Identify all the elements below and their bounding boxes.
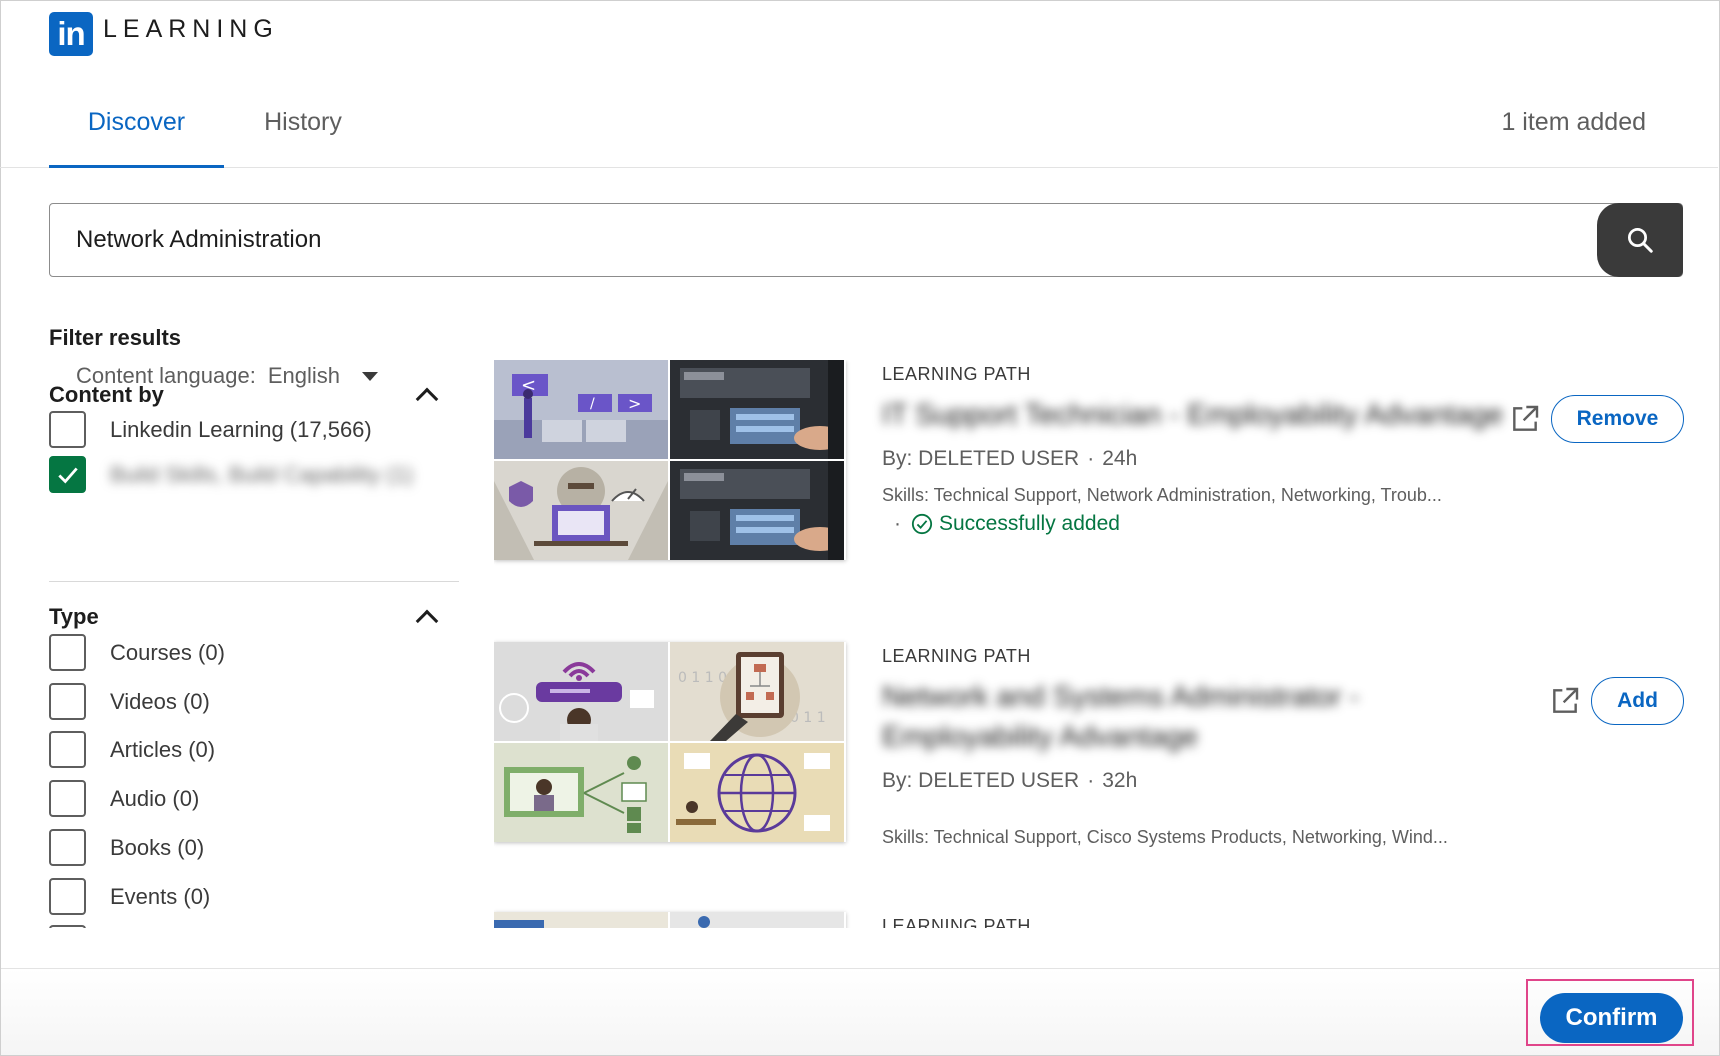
checkbox[interactable]: [49, 878, 86, 915]
flowchart-tablet-illustration: 0 1 1 0 0 1 1: [670, 642, 844, 741]
filter-option-videos[interactable]: Videos (0): [49, 683, 210, 720]
result-actions: Remove: [1509, 395, 1684, 443]
result-byline: By: DELETED USER · 32h: [882, 769, 1138, 792]
result-info: LEARNING PATH Network and Systems Admini…: [882, 642, 1522, 848]
external-link-icon[interactable]: [1509, 403, 1541, 435]
check-circle-icon: [911, 513, 933, 535]
content-by-header[interactable]: Content by: [49, 382, 449, 411]
search-input[interactable]: [76, 226, 1476, 254]
chevron-up-icon[interactable]: [415, 387, 439, 411]
status-text: Successfully added: [939, 512, 1120, 535]
result-skills: Skills: Technical Support, Cisco Systems…: [882, 827, 1448, 847]
footer-bar: [1, 968, 1719, 1055]
result-title[interactable]: IT Support Technician - Employability Ad…: [882, 395, 1522, 435]
results-list: < / > LEARNING PATH IT Support Technicia…: [494, 360, 1694, 928]
linkedin-learning-logo: in LEARNING: [49, 12, 279, 56]
filter-option-books[interactable]: Books (0): [49, 829, 204, 866]
result-actions: Add: [1549, 677, 1684, 725]
course-thumbnail-partial: [494, 912, 668, 928]
filter-option-audio[interactable]: Audio (0): [49, 780, 199, 817]
search-button[interactable]: [1597, 203, 1683, 277]
checkbox[interactable]: [49, 683, 86, 720]
course-thumbnail[interactable]: 0 1 1 0 0 1 1: [494, 642, 846, 842]
linkedin-logo-icon: in: [49, 12, 93, 56]
checkbox[interactable]: [49, 780, 86, 817]
filter-option-label: Courses (0): [110, 639, 225, 665]
svg-text:/: /: [590, 396, 595, 412]
result-skills: Skills: Technical Support, Network Admin…: [882, 485, 1442, 505]
duration: 32h: [1102, 769, 1138, 792]
svg-text:>: >: [628, 394, 641, 413]
chevron-up-icon[interactable]: [415, 609, 439, 633]
result-info: LEARNING PATH IT Support Technician - Em…: [882, 360, 1522, 536]
filter-option-label: Videos (0): [110, 688, 210, 714]
course-thumbnail-partial: [670, 912, 844, 928]
product-name: LEARNING: [103, 14, 279, 43]
course-thumbnail[interactable]: [494, 912, 846, 928]
items-added-count: 1 item added: [1501, 108, 1646, 136]
duration: 24h: [1102, 447, 1138, 470]
filter-panel: Filter results Content language: English…: [49, 325, 459, 928]
coding-illustration: < / >: [494, 360, 668, 459]
filter-option-linkedin-learning[interactable]: Linkedin Learning (17,566): [49, 411, 372, 448]
filter-option-events[interactable]: Events (0): [49, 878, 210, 915]
confirm-button[interactable]: Confirm: [1540, 993, 1683, 1043]
checkbox[interactable]: [49, 411, 86, 448]
search-icon: [1628, 228, 1653, 253]
added-status: · Successfully added: [894, 512, 1120, 535]
filter-option-courses[interactable]: Courses (0): [49, 634, 225, 671]
tools-illustration: [494, 461, 668, 560]
type-header[interactable]: Type: [49, 604, 449, 633]
filter-option-label: Linkedin Learning (17,566): [110, 416, 372, 442]
wifi-router-illustration: [494, 642, 668, 741]
filter-option-label: Books (0): [110, 834, 205, 860]
checkbox[interactable]: [49, 634, 86, 671]
svg-text:0 1 1 0: 0 1 1 0: [678, 670, 727, 686]
globe-network-illustration: [670, 743, 844, 842]
search-bar: [49, 203, 1683, 277]
tab-discover[interactable]: Discover: [49, 96, 224, 168]
checkmark-icon: [57, 467, 78, 484]
filter-option-label: Build Skills, Build Capability (1): [110, 461, 414, 487]
filter-option-label: Audio (0): [110, 785, 200, 811]
caret-down-icon: [361, 371, 378, 381]
filter-option-label: Articles (0): [110, 736, 216, 762]
filter-option-build-skills[interactable]: Build Skills, Build Capability (1): [49, 456, 413, 493]
result-info: LEARNING PATH: [882, 912, 1522, 928]
type-heading: Type: [49, 604, 99, 629]
filter-divider: [49, 581, 459, 582]
author: By: DELETED USER: [882, 769, 1080, 792]
author: By: DELETED USER: [882, 447, 1080, 470]
content-type-label: LEARNING PATH: [882, 916, 1031, 928]
result-byline: By: DELETED USER · 24h: [882, 447, 1138, 470]
content-type-label: LEARNING PATH: [882, 646, 1031, 666]
checkbox[interactable]: [49, 731, 86, 768]
tab-history[interactable]: History: [238, 96, 368, 168]
filter-option-label: Events (0): [110, 883, 211, 909]
filter-option-articles[interactable]: Articles (0): [49, 731, 215, 768]
result-title[interactable]: Network and Systems Administrator - Empl…: [882, 677, 1522, 757]
content-type-label: LEARNING PATH: [882, 364, 1031, 384]
filter-results-heading: Filter results: [49, 325, 182, 350]
tab-bar: Discover History 1 item added: [0, 96, 1718, 168]
checkbox[interactable]: [49, 829, 86, 866]
checkbox-checked[interactable]: [49, 456, 86, 493]
course-thumbnail[interactable]: < / >: [494, 360, 846, 560]
checkbox-partially-visible[interactable]: [49, 925, 86, 928]
add-button[interactable]: Add: [1591, 677, 1684, 725]
remote-work-illustration: [494, 743, 668, 842]
content-by-heading: Content by: [49, 382, 164, 407]
external-link-icon[interactable]: [1549, 685, 1581, 717]
remove-button[interactable]: Remove: [1551, 395, 1684, 443]
server-hardware-photo: [670, 461, 844, 560]
server-hardware-photo: [670, 360, 844, 459]
